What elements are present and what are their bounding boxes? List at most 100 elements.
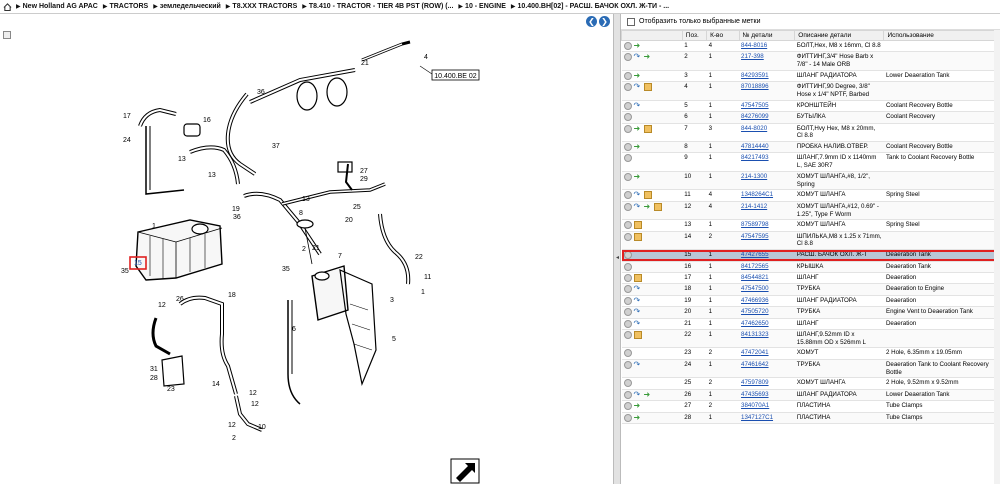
replacement-icon[interactable]: ↷ <box>634 83 642 91</box>
package-icon[interactable] <box>643 83 652 92</box>
view-part-icon[interactable] <box>623 143 632 152</box>
view-part-icon[interactable] <box>623 379 632 388</box>
table-row[interactable]: ↷ ➜ 2 1 217-398 ФИТТИНГ,3/4" Hose Barb x 7/8"… <box>621 51 1000 71</box>
callout-18[interactable]: 18 <box>228 292 236 299</box>
add-to-cart-icon[interactable]: ➜ <box>634 71 642 80</box>
show-selected-only-checkbox[interactable] <box>627 17 635 26</box>
part-number-link[interactable]: 47466936 <box>741 297 769 304</box>
callout-25[interactable]: 25 <box>353 204 361 211</box>
package-icon[interactable] <box>643 124 652 133</box>
replacement-icon[interactable]: ↷ <box>634 296 642 305</box>
callout-11[interactable]: 11 <box>424 274 431 281</box>
view-part-icon[interactable] <box>623 274 632 283</box>
breadcrumb-item[interactable]: ▶ 10 - ENGINE <box>458 3 505 10</box>
part-number-link[interactable]: 47547500 <box>741 285 769 292</box>
callout-15[interactable]: 15 <box>134 260 142 267</box>
table-row[interactable]: ↷ 20 1 47505720 ТРУБКА Engine Vent to Deaerat… <box>621 306 1000 319</box>
part-number-link[interactable]: 87018896 <box>741 83 769 90</box>
callout-13[interactable]: 13 <box>208 172 216 179</box>
callout-19[interactable]: 19 <box>232 206 240 213</box>
part-number-link[interactable]: 47472041 <box>741 349 769 356</box>
breadcrumb-item[interactable]: ▶ земледельческий <box>153 3 221 10</box>
view-part-icon[interactable] <box>623 172 632 181</box>
callout-12[interactable]: 12 <box>228 422 236 429</box>
callout-12[interactable]: 12 <box>158 302 166 309</box>
callout-23[interactable]: 23 <box>167 386 175 393</box>
table-row[interactable]: ➜ 27 2 384070A1 ПЛАСТИНА Tube Clamps <box>621 400 1000 413</box>
add-to-cart-icon[interactable]: ➜ <box>634 413 642 422</box>
part-number-link[interactable]: 214-1300 <box>741 173 767 180</box>
part-number-link[interactable]: 47597809 <box>741 379 769 386</box>
callout-13[interactable]: 13 <box>302 196 310 203</box>
view-part-icon[interactable] <box>623 101 632 110</box>
part-number-link[interactable]: 47505720 <box>741 308 769 315</box>
add-to-cart-icon[interactable]: ➜ <box>634 42 642 50</box>
callout-31[interactable]: 31 <box>150 366 158 373</box>
table-row[interactable]: ↷ ➜ 26 1 47435693 ШЛАНГ РАДИАТОРА Lower Deaera… <box>621 389 1000 402</box>
view-part-icon[interactable] <box>623 71 632 80</box>
table-row[interactable]: ➜ 28 1 1347127C1 ПЛАСТИНА Tube Clamps <box>621 412 1000 424</box>
breadcrumb-item[interactable]: ▶ T8.410 - TRACTOR - TIER 4B PST (ROW) (.… <box>302 3 453 10</box>
breadcrumb-item[interactable]: ▶ T8.XXX TRACTORS <box>226 3 297 10</box>
table-row[interactable]: 9 1 84217493 ШЛАНГ,7.9mm ID x 1140mm L, SAE… <box>621 152 1000 172</box>
panel-splitter[interactable]: ◂ <box>613 14 621 484</box>
part-number-link[interactable]: 47461642 <box>741 361 769 368</box>
add-to-cart-icon[interactable]: ➜ <box>634 143 642 151</box>
col-position[interactable]: Поз. <box>681 30 708 41</box>
breadcrumb-item[interactable]: ▶ New Holland AG APAC <box>16 3 98 10</box>
return-arrow-icon[interactable] <box>450 458 480 484</box>
table-row[interactable]: 16 1 84172565 КРЫШКА Deaeration Tank <box>621 261 1000 274</box>
add-to-cart-icon[interactable]: ➜ <box>644 202 652 211</box>
add-to-cart-icon[interactable]: ➜ <box>644 53 652 61</box>
callout-24[interactable]: 24 <box>123 137 131 144</box>
view-part-icon[interactable] <box>623 413 632 422</box>
add-to-cart-icon[interactable]: ➜ <box>634 402 642 410</box>
callout-6[interactable]: 6 <box>292 326 296 333</box>
home-icon[interactable] <box>3 2 12 11</box>
view-part-icon[interactable] <box>623 53 632 62</box>
package-icon[interactable] <box>633 274 642 283</box>
part-number-link[interactable]: 84276099 <box>741 113 769 120</box>
view-part-icon[interactable] <box>623 285 632 294</box>
table-row[interactable]: ↷ 19 1 47466936 ШЛАНГ РАДИАТОРА Deaeration <box>621 295 1000 308</box>
view-part-icon[interactable] <box>623 113 632 122</box>
callout-7[interactable]: 7 <box>338 253 342 260</box>
table-row-selected[interactable]: 15 1 47427655 РАСШ. БАЧОК ОХЛ. Ж-Т Deaeratio… <box>621 249 1000 262</box>
replacement-icon[interactable]: ↷ <box>634 101 642 110</box>
part-number-link[interactable]: 844-8016 <box>741 42 767 49</box>
view-part-icon[interactable] <box>623 83 632 92</box>
callout-36[interactable]: 36 <box>233 214 241 221</box>
part-number-link[interactable]: 84217493 <box>741 154 769 161</box>
col-quantity[interactable]: К-во <box>706 30 740 41</box>
replacement-icon[interactable]: ↷ <box>634 390 642 399</box>
view-part-icon[interactable] <box>623 154 632 163</box>
part-number-link[interactable]: 1347127C1 <box>741 414 773 421</box>
part-number-link[interactable]: 87589798 <box>741 221 769 228</box>
callout-10[interactable]: 10 <box>258 424 266 431</box>
callout-16[interactable]: 16 <box>203 117 211 124</box>
part-number-link[interactable]: 217-398 <box>741 53 764 60</box>
package-icon[interactable] <box>633 330 642 339</box>
table-row[interactable]: 6 1 84276099 БУТЫЛКА Coolant Recovery <box>621 111 1000 124</box>
view-part-icon[interactable] <box>623 330 632 339</box>
part-number-link[interactable]: 47547505 <box>741 102 769 109</box>
callout-1[interactable]: 1 <box>421 289 425 296</box>
breadcrumb-item[interactable]: ▶ 10.400.BH[02] - РАСШ. БАЧОК ОХЛ. Ж-ТИ -… <box>511 3 669 10</box>
replacement-icon[interactable]: ↷ <box>634 53 642 61</box>
view-part-icon[interactable] <box>623 42 632 50</box>
callout-1[interactable]: 1 <box>152 223 156 230</box>
view-part-icon[interactable] <box>623 221 632 230</box>
callout-37[interactable]: 37 <box>272 143 280 150</box>
callout-12[interactable]: 12 <box>251 401 259 408</box>
part-number-link[interactable]: 384070A1 <box>741 402 769 409</box>
view-part-icon[interactable] <box>623 191 632 200</box>
callout-12[interactable]: 12 <box>249 390 257 397</box>
view-part-icon[interactable] <box>623 390 632 399</box>
table-row[interactable]: 14 2 47547595 ШПИЛЬКА,M8 x 1.25 x 71mm, Cl … <box>621 231 1000 251</box>
view-part-icon[interactable] <box>623 232 632 241</box>
part-number-link[interactable]: 84172565 <box>741 263 769 270</box>
vertical-scrollbar[interactable] <box>994 30 1000 484</box>
part-number-link[interactable]: 47462650 <box>741 320 769 327</box>
table-row[interactable]: ➜ 3 1 84293591 ШЛАНГ РАДИАТОРА Lower Deaerati… <box>621 70 1000 83</box>
replacement-icon[interactable]: ↷ <box>634 319 642 328</box>
